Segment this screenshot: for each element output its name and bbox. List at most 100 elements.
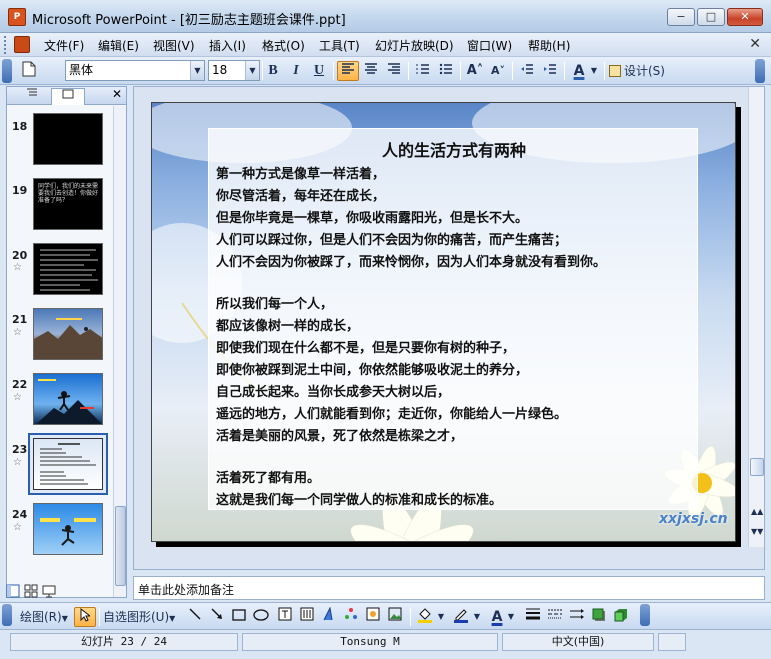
slide-thumbnail-21[interactable] (33, 308, 103, 360)
slides-panel: ✕ 18 19 同学们，我们的未来需要我们去创造！你做好准备了吗？ 20 ☆ 2… (6, 86, 127, 598)
minimize-button[interactable]: − (667, 8, 695, 26)
arrow-style-button[interactable] (566, 607, 588, 627)
chevron-down-icon[interactable]: ▼ (436, 607, 446, 627)
new-file-icon[interactable] (18, 61, 40, 81)
fill-color-button[interactable] (414, 607, 436, 627)
selected-thumbnail-frame[interactable] (28, 433, 108, 495)
align-right-button[interactable] (383, 61, 405, 81)
menu-format[interactable]: 格式(O) (262, 37, 305, 54)
slide-scrollbar[interactable]: ▲▲ ▼▼ (748, 87, 764, 547)
thumbnail-text: 同学们，我们的未来需要我们去创造！你做好准备了吗？ (38, 183, 99, 204)
grow-font-button[interactable]: A˄ (464, 61, 486, 81)
toolbar-options-handle[interactable] (755, 59, 765, 83)
line-style-button[interactable] (522, 607, 544, 627)
line-tool-button[interactable] (184, 607, 206, 627)
slideshow-icon[interactable] (42, 584, 56, 598)
rectangle-tool-button[interactable] (228, 607, 250, 627)
italic-button[interactable]: I (285, 61, 307, 81)
line-color-button[interactable] (450, 607, 472, 627)
bullets-button[interactable] (435, 61, 457, 81)
3d-style-button[interactable] (610, 607, 632, 627)
chevron-down-icon[interactable]: ▼ (472, 607, 482, 627)
drawing-toolbar-handle[interactable] (2, 604, 12, 626)
slide-text-line: 但是你毕竟是一棵草，你吸收雨露阳光，但是长不大。 (216, 211, 529, 226)
menu-edit[interactable]: 编辑(E) (98, 37, 139, 54)
slide-thumbnail-23[interactable] (33, 438, 103, 490)
design-button[interactable]: 设计(S) (609, 61, 669, 81)
textbox-tool-button[interactable] (274, 607, 296, 627)
menu-view[interactable]: 视图(V) (153, 37, 195, 54)
outline-tab[interactable] (15, 88, 49, 104)
chevron-down-icon[interactable]: ▼ (245, 61, 259, 80)
underline-button[interactable]: U (308, 61, 330, 81)
shrink-font-button[interactable]: A˅ (487, 61, 509, 81)
slide-thumbnail-20[interactable] (33, 243, 103, 295)
menu-insert[interactable]: 插入(I) (209, 37, 246, 54)
thumbnail-number: 24 (12, 508, 28, 521)
slides-tab[interactable] (51, 88, 85, 105)
oval-tool-button[interactable] (250, 607, 272, 627)
dash-style-button[interactable] (544, 607, 566, 627)
notes-pane[interactable]: 单击此处添加备注 (133, 576, 765, 600)
vertical-textbox-button[interactable] (296, 607, 318, 627)
thumbnail-number: 22 (12, 378, 28, 391)
slide-thumbnail-18[interactable] (33, 113, 103, 165)
slide-text-line: 人们不会因为你被踩了，而来怜悯你，因为人们本身就没有看到你。 (216, 255, 607, 270)
normal-view-icon[interactable] (6, 584, 20, 598)
menu-window[interactable]: 窗口(W) (467, 37, 512, 54)
close-document-icon[interactable]: ✕ (749, 36, 761, 52)
font-size-select[interactable]: 18 ▼ (208, 60, 260, 81)
insert-picture-button[interactable] (384, 607, 406, 627)
arrow-tool-button[interactable] (206, 607, 228, 627)
toolbar-left-handle[interactable] (2, 59, 12, 83)
font-color-button[interactable]: A (568, 61, 590, 81)
chevron-down-icon[interactable]: ▼ (190, 61, 204, 80)
slide-text-line: 都应该像树一样的成长， (216, 319, 360, 334)
document-icon[interactable] (14, 36, 30, 53)
slide-scrollbar-thumb[interactable] (750, 458, 764, 476)
toolbar-separator (333, 62, 334, 80)
current-slide[interactable]: 人的生活方式有两种 第一种方式是像草一样活着， 你尽管活着，每年还在成长， 但是… (151, 102, 736, 542)
drawing-toolbar-options[interactable] (640, 604, 650, 626)
view-buttons (6, 584, 60, 600)
menu-grip-handle[interactable] (4, 36, 8, 54)
panel-scrollbar-thumb[interactable] (115, 506, 126, 586)
drawing-font-color-button[interactable]: A (486, 607, 508, 627)
align-center-button[interactable] (360, 61, 382, 81)
slide-sorter-icon[interactable] (24, 584, 38, 598)
chevron-down-icon[interactable]: ▼ (506, 607, 516, 627)
wordart-button[interactable] (318, 606, 340, 627)
bold-button[interactable]: B (262, 61, 284, 81)
diagram-button[interactable] (340, 607, 362, 627)
slide-text-line: 活着是美丽的风景，死了依然是栋梁之才， (216, 429, 464, 444)
next-slide-icon[interactable]: ▼▼ (751, 527, 763, 536)
panel-scrollbar[interactable] (113, 106, 126, 597)
dash-style-icon (548, 609, 562, 619)
shadow-style-button[interactable] (588, 607, 610, 627)
increase-indent-button[interactable] (539, 61, 561, 81)
slide-thumbnail-22[interactable] (33, 373, 103, 425)
autoshapes-button[interactable]: 自选图形(U)▼ (103, 607, 183, 627)
panel-close-icon[interactable]: ✕ (112, 87, 122, 101)
notes-placeholder[interactable]: 单击此处添加备注 (138, 581, 234, 598)
clipart-button[interactable] (362, 607, 384, 627)
close-button[interactable]: ✕ (727, 8, 763, 26)
select-objects-button[interactable] (74, 607, 96, 627)
decrease-indent-button[interactable] (516, 61, 538, 81)
previous-slide-icon[interactable]: ▲▲ (751, 507, 763, 516)
font-name-select[interactable]: 黑体 ▼ (65, 60, 205, 81)
align-left-button[interactable] (337, 61, 359, 81)
menu-tools[interactable]: 工具(T) (319, 37, 360, 54)
menu-slideshow[interactable]: 幻灯片放映(D) (375, 37, 454, 54)
menu-file[interactable]: 文件(F) (44, 37, 84, 54)
slides-tab-icon (62, 89, 74, 99)
draw-menu-button[interactable]: 绘图(R)▼ (8, 607, 70, 627)
numbering-button[interactable] (412, 61, 434, 81)
powerpoint-app-icon[interactable]: P (8, 8, 26, 26)
slide-title[interactable]: 人的生活方式有两种 (209, 137, 699, 161)
maximize-button[interactable]: □ (697, 8, 725, 26)
chevron-down-icon[interactable]: ▼ (588, 61, 600, 81)
menu-help[interactable]: 帮助(H) (528, 37, 570, 54)
slide-thumbnail-24[interactable] (33, 503, 103, 555)
slide-thumbnail-19[interactable]: 同学们，我们的未来需要我们去创造！你做好准备了吗？ (33, 178, 103, 230)
